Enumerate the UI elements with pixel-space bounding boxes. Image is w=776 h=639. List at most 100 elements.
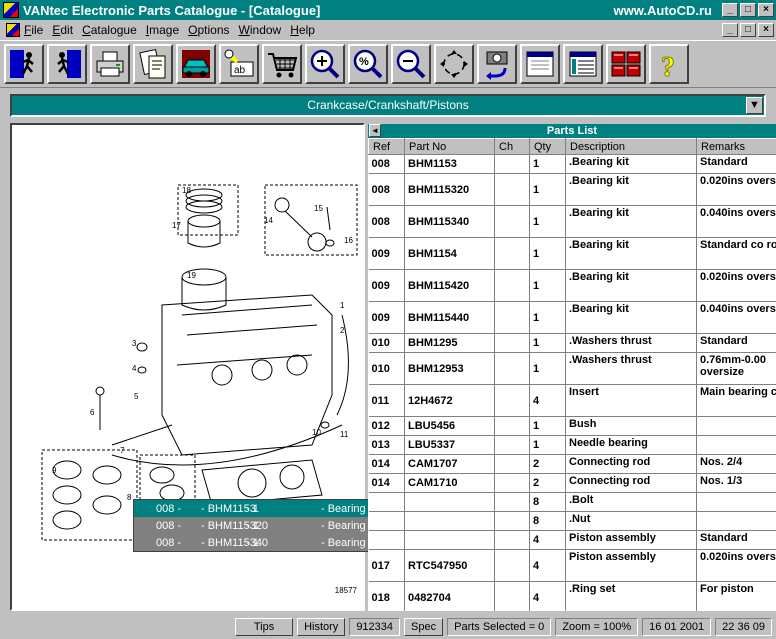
cell-qty: 2	[529, 473, 566, 493]
camera-undo-button[interactable]	[477, 44, 517, 84]
col-remarks[interactable]: Remarks	[696, 138, 776, 155]
cell-qty: 1	[529, 416, 566, 436]
cell-ch	[494, 352, 530, 385]
table-row[interactable]: 009 BHM1154 1 .Bearing kit Standard co rod	[368, 237, 776, 270]
collapse-left-icon[interactable]: ◄	[369, 124, 381, 137]
table-row[interactable]: 009BHM115440 1.Bearing kit0.040ins oversi…	[368, 301, 776, 334]
tips-button[interactable]: Tips	[235, 618, 294, 636]
menu-options[interactable]: Options	[188, 23, 229, 37]
menu-file[interactable]: File	[24, 23, 43, 37]
col-part-no[interactable]: Part No	[404, 138, 495, 155]
cell-qty: 4	[529, 549, 566, 582]
callout-18: 18	[182, 186, 191, 195]
status-code: 912334	[349, 618, 401, 636]
table-row[interactable]: 8 .Bolt	[368, 492, 776, 512]
find-text-button[interactable]: ab	[219, 44, 259, 84]
parts-table: Ref Part No Ch Qty Description Remarks 0…	[368, 138, 776, 611]
zoom-in-button[interactable]	[305, 44, 345, 84]
back-button[interactable]	[47, 44, 87, 84]
menu-edit[interactable]: Edit	[52, 23, 73, 37]
cell-remarks: Standard	[696, 530, 776, 550]
menu-help[interactable]: Help	[290, 23, 315, 37]
zoom-percent-button[interactable]: %	[348, 44, 388, 84]
col-ref[interactable]: Ref	[368, 138, 405, 155]
table-row[interactable]: 012 LBU5456 1 Bush	[368, 416, 776, 436]
table-row[interactable]: 4 Piston assembly Standard	[368, 530, 776, 550]
callout-15: 15	[314, 204, 323, 213]
cell-description: .Bearing kit	[565, 173, 697, 206]
table-row[interactable]: 008BHM115320 1.Bearing kit0.020ins oversi…	[368, 173, 776, 206]
cell-part-no: BHM1154	[404, 237, 495, 270]
printer-icon	[96, 51, 124, 77]
callout-16: 16	[344, 236, 353, 245]
zoom-out-button[interactable]	[391, 44, 431, 84]
col-qty[interactable]: Qty	[529, 138, 566, 155]
vehicle-button[interactable]	[176, 44, 216, 84]
parts-list-panel: ◄ Parts List Ref Part No Ch Qty Descript…	[368, 124, 776, 611]
table-row[interactable]: 018 0482704 4 .Ring set For piston	[368, 581, 776, 611]
minimize-button[interactable]: _	[722, 3, 738, 17]
table-row[interactable]: 014 CAM1710 2 Connecting rod Nos. 1/3	[368, 473, 776, 493]
cell-ch	[494, 511, 530, 531]
category-selector[interactable]: Crankcase/Crankshaft/Pistons ▼	[10, 94, 766, 117]
cell-remarks: 0.040ins oversize	[696, 205, 776, 238]
spec-button[interactable]: Spec	[404, 618, 444, 636]
cell-part-no: CAM1707	[404, 454, 495, 474]
help-button[interactable]: ?	[649, 44, 689, 84]
cell-part-no: BHM115420	[404, 269, 495, 302]
table-row[interactable]: 008 BHM1153 1 .Bearing kit Standard	[368, 154, 776, 174]
history-button[interactable]: History	[297, 618, 346, 636]
cell-ch	[494, 173, 530, 206]
list-window-icon	[569, 51, 597, 77]
cart-button[interactable]	[262, 44, 302, 84]
col-description[interactable]: Description	[565, 138, 697, 155]
menu-bar: File Edit Catalogue Image Options Window…	[0, 20, 776, 40]
cell-ch	[494, 333, 530, 353]
list-window-button[interactable]	[563, 44, 603, 84]
close-button[interactable]: ×	[758, 3, 774, 17]
tile-windows-button[interactable]	[606, 44, 646, 84]
print-button[interactable]	[90, 44, 130, 84]
notes-button[interactable]	[133, 44, 173, 84]
cell-remarks: Standard	[696, 333, 776, 353]
app-icon[interactable]	[3, 2, 19, 18]
maximize-button[interactable]: □	[740, 3, 756, 17]
document-icon[interactable]	[6, 23, 20, 37]
cell-ref: 014	[368, 454, 405, 474]
cell-ref: 010	[368, 352, 405, 385]
table-row[interactable]: 010 BHM12953 1 .Washers thrust 0.76mm-0.00 o…	[368, 352, 776, 385]
title-bar: VANtec Electronic Parts Catalogue - [Cat…	[0, 0, 776, 20]
table-row[interactable]: 009BHM115420 1.Bearing kit0.020ins oversi…	[368, 269, 776, 302]
window-button[interactable]	[520, 44, 560, 84]
menu-catalogue[interactable]: Catalogue	[82, 23, 137, 37]
cell-ch	[494, 581, 530, 611]
menu-window[interactable]: Window	[239, 23, 282, 37]
toolbar: ab % ?	[0, 40, 776, 88]
cell-remarks: 0.020ins oversize	[696, 269, 776, 302]
table-row[interactable]: 8 .Nut	[368, 511, 776, 531]
cell-description: .Bearing kit	[565, 154, 697, 174]
table-row[interactable]: 013 LBU5337 1 Needle bearing	[368, 435, 776, 455]
doc-minimize-button[interactable]: _	[722, 23, 738, 37]
cell-description: Insert	[565, 384, 697, 417]
cell-description: .Washers thrust	[565, 352, 697, 385]
table-row[interactable]: 008BHM115340 1.Bearing kit0.040ins oversi…	[368, 205, 776, 238]
table-row[interactable]: 01112H4672 4InsertMain bearing cap	[368, 384, 776, 417]
rotate-button[interactable]	[434, 44, 474, 84]
table-row[interactable]: 010 BHM1295 1 .Washers thrust Standard	[368, 333, 776, 353]
cell-part-no: CAM1710	[404, 473, 495, 493]
doc-restore-button[interactable]: □	[740, 23, 756, 37]
table-row[interactable]: 014 CAM1707 2 Connecting rod Nos. 2/4	[368, 454, 776, 474]
doc-close-button[interactable]: ×	[758, 23, 774, 37]
cell-description: Needle bearing	[565, 435, 697, 455]
col-ch[interactable]: Ch	[494, 138, 530, 155]
cell-part-no: BHM115340	[404, 205, 495, 238]
cell-ref: 009	[368, 301, 405, 334]
cell-ref: 010	[368, 333, 405, 353]
menu-image[interactable]: Image	[146, 23, 179, 37]
callout-3: 3	[132, 339, 137, 348]
table-row[interactable]: 017 RTC547950 4 Piston assembly 0.020ins ove…	[368, 549, 776, 582]
cell-remarks: For piston	[696, 581, 776, 611]
exit-button[interactable]	[4, 44, 44, 84]
dropdown-arrow-icon[interactable]: ▼	[746, 97, 763, 114]
